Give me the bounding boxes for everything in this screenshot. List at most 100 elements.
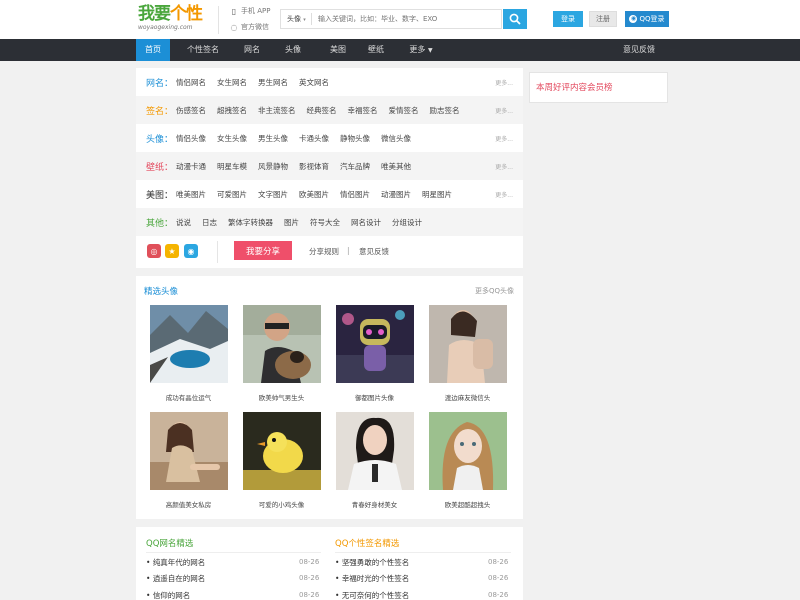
category-link[interactable]: 文字图片: [258, 189, 288, 200]
category-link[interactable]: 网名设计: [351, 217, 381, 228]
category-link[interactable]: 风景静物: [258, 161, 288, 172]
nickname-list-title[interactable]: QQ网名精选: [146, 537, 193, 549]
search-button[interactable]: [503, 9, 527, 29]
nav-item-signature[interactable]: 个性签名: [182, 39, 224, 61]
category-link[interactable]: 唯美图片: [176, 189, 206, 200]
category-link[interactable]: 影视体育: [299, 161, 329, 172]
avatar-thumbnail[interactable]: [150, 305, 228, 383]
weekly-ranking-title[interactable]: 本周好评内容会员榜: [536, 81, 613, 93]
category-link[interactable]: 日志: [202, 217, 217, 228]
category-link[interactable]: 说说: [176, 217, 191, 228]
category-link[interactable]: 卡通头像: [299, 133, 329, 144]
category-link[interactable]: 英文网名: [299, 77, 329, 88]
category-link[interactable]: 女生网名: [217, 77, 247, 88]
category-link[interactable]: 分组设计: [392, 217, 422, 228]
avatar-thumbnail[interactable]: [336, 305, 414, 383]
category-link[interactable]: 繁体字转换器: [228, 217, 273, 228]
avatar-caption[interactable]: 成功有晶位运气: [142, 392, 235, 402]
share-button[interactable]: 我要分享: [234, 241, 292, 260]
login-button[interactable]: 登录: [553, 11, 583, 27]
search-input[interactable]: [318, 15, 498, 23]
avatar-caption[interactable]: 御都图片头像: [328, 392, 421, 402]
category-title[interactable]: 签名：: [136, 104, 176, 117]
avatar-caption[interactable]: 渡边麻友微信头: [421, 392, 514, 402]
category-link[interactable]: 微信头像: [381, 133, 411, 144]
category-link[interactable]: 可爱图片: [217, 189, 247, 200]
list-item-text: 幸福时光的个性签名: [341, 574, 410, 583]
category-link[interactable]: 符号大全: [310, 217, 340, 228]
wechat-link[interactable]: ◌ 官方微信: [230, 22, 270, 32]
category-link[interactable]: 超拽签名: [217, 105, 247, 116]
category-link[interactable]: 励志签名: [430, 105, 460, 116]
qq-share-icon[interactable]: ◉: [184, 244, 198, 258]
search-category-select[interactable]: 头像 ▾: [281, 14, 311, 24]
nav-feedback[interactable]: 意见反馈: [618, 39, 660, 61]
share-feedback-link[interactable]: 意见反馈: [359, 246, 389, 257]
category-more-link[interactable]: 更多...: [495, 106, 513, 115]
avatar-thumbnail[interactable]: [243, 412, 321, 490]
category-link[interactable]: 情侣图片: [340, 189, 370, 200]
category-link[interactable]: 情侣头像: [176, 133, 206, 144]
weibo-share-icon[interactable]: ◎: [147, 244, 161, 258]
list-item[interactable]: • 信仰的网名: [146, 590, 190, 600]
nav-item-nickname[interactable]: 网名: [236, 39, 268, 61]
category-more-link[interactable]: 更多...: [495, 190, 513, 199]
category-link[interactable]: 唯美其他: [381, 161, 411, 172]
category-link[interactable]: 经典签名: [307, 105, 337, 116]
list-item[interactable]: • 幸福时光的个性签名: [335, 573, 409, 584]
list-item[interactable]: • 逍遥自在的网名: [146, 573, 205, 584]
share-rules-link[interactable]: 分享规则: [309, 246, 339, 257]
list-item[interactable]: • 无可奈何的个性签名: [335, 590, 409, 600]
avatar-caption[interactable]: 可爱的小鸡头像: [235, 499, 328, 509]
category-link[interactable]: 动漫卡通: [176, 161, 206, 172]
category-link[interactable]: 情侣网名: [176, 77, 206, 88]
signature-list-title[interactable]: QQ个性签名精选: [335, 537, 399, 549]
category-link[interactable]: 幸福签名: [348, 105, 378, 116]
site-logo[interactable]: 我要个性 woyaogexing.com: [138, 4, 210, 34]
avatar-caption[interactable]: 欧美帅气男生头: [235, 392, 328, 402]
category-title[interactable]: 网名：: [136, 76, 176, 89]
category-title[interactable]: 美图：: [136, 188, 176, 201]
category-link[interactable]: 男生网名: [258, 77, 288, 88]
category-link[interactable]: 汽车品牌: [340, 161, 370, 172]
category-link[interactable]: 图片: [284, 217, 299, 228]
category-link[interactable]: 非主流签名: [258, 105, 296, 116]
avatar-thumbnail[interactable]: [150, 412, 228, 490]
category-more-link[interactable]: 更多...: [495, 134, 513, 143]
category-link[interactable]: 明星车模: [217, 161, 247, 172]
nav-item-wallpaper[interactable]: 壁纸: [362, 39, 390, 61]
register-button[interactable]: 注册: [589, 11, 617, 27]
nav-item-home[interactable]: 首页: [136, 39, 170, 61]
nav-item-avatar[interactable]: 头像: [278, 39, 308, 61]
category-link[interactable]: 伤感签名: [176, 105, 206, 116]
qzone-share-icon[interactable]: ★: [165, 244, 179, 258]
qq-login-button[interactable]: ◉ QQ登录: [625, 11, 669, 27]
category-more-link[interactable]: 更多...: [495, 162, 513, 171]
category-title[interactable]: 头像：: [136, 132, 176, 145]
avatar-caption[interactable]: 高颜值美女私房: [142, 499, 235, 509]
nav-item-photos[interactable]: 美图: [320, 39, 356, 61]
nav-item-more[interactable]: 更多 ▼: [404, 39, 438, 61]
section-more-link[interactable]: 更多QQ头像: [475, 286, 514, 296]
category-link[interactable]: 爱情签名: [389, 105, 419, 116]
list-item[interactable]: • 纯真年代的网名: [146, 557, 205, 568]
avatar-caption[interactable]: 欧美超酷超拽头: [421, 499, 514, 509]
section-title[interactable]: 精选头像: [144, 285, 178, 297]
category-link[interactable]: 男生头像: [258, 133, 288, 144]
category-more-link[interactable]: 更多...: [495, 78, 513, 87]
category-title[interactable]: 壁纸：: [136, 160, 176, 173]
avatar-thumbnail[interactable]: [429, 305, 507, 383]
avatar-thumbnail[interactable]: [243, 305, 321, 383]
avatar-thumbnail[interactable]: [429, 412, 507, 490]
list-item[interactable]: • 坚强勇敢的个性签名: [335, 557, 409, 568]
category-link[interactable]: 动漫图片: [381, 189, 411, 200]
avatar-caption[interactable]: 青春好身材美女: [328, 499, 421, 509]
category-link[interactable]: 静物头像: [340, 133, 370, 144]
avatar-thumbnail[interactable]: [336, 412, 414, 490]
app-link[interactable]: ▯ 手机 APP: [230, 6, 271, 16]
category-link[interactable]: 女生头像: [217, 133, 247, 144]
phone-icon: ▯: [231, 6, 237, 16]
category-link[interactable]: 明星图片: [422, 189, 452, 200]
category-link[interactable]: 欧美图片: [299, 189, 329, 200]
category-title[interactable]: 其他：: [136, 216, 176, 229]
